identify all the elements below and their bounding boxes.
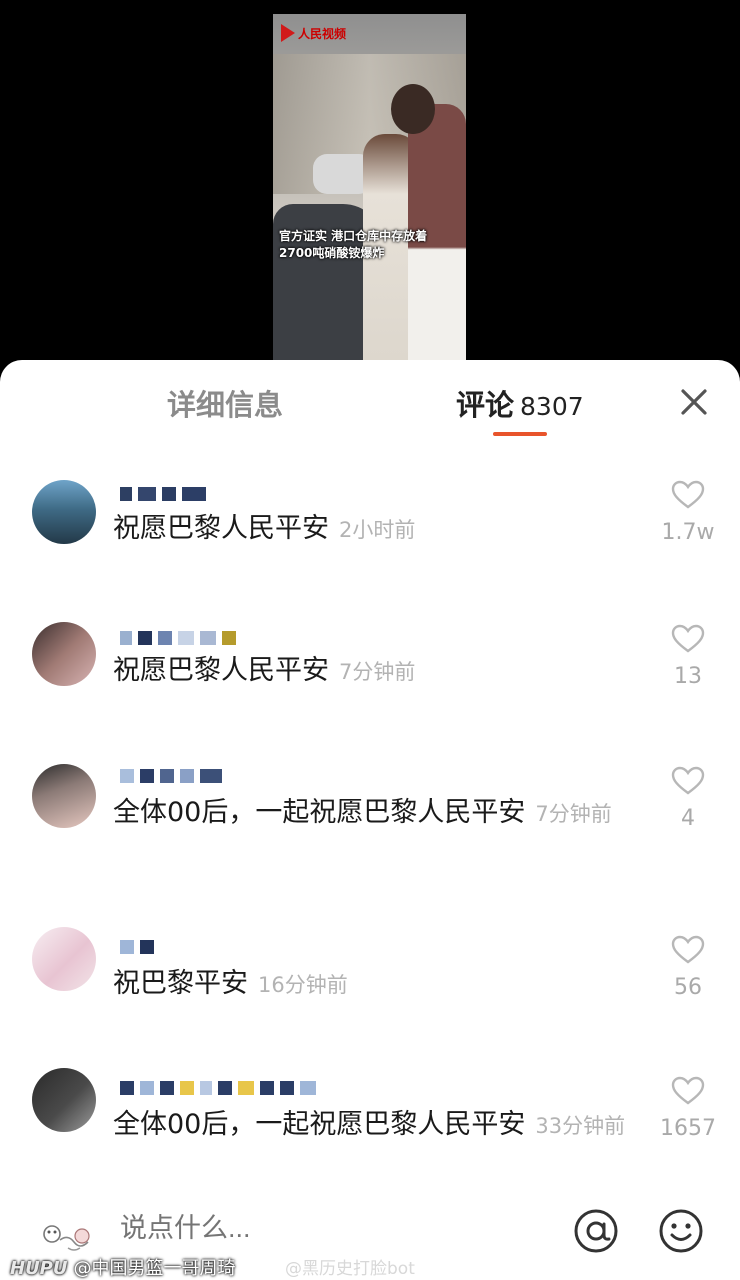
hupu-watermark: HUPU @中国男篮一哥周琦 [10, 1254, 236, 1280]
heart-icon [671, 766, 705, 795]
like-button[interactable]: 1.7w [660, 480, 716, 545]
hupu-brand: HUPU [10, 1258, 68, 1279]
weibo-watermark: @黑历史打脸bot [285, 1254, 415, 1279]
comment-text: 全体00后，一起祝愿巴黎人民平安 [113, 797, 526, 828]
comment-text: 祝愿巴黎人民平安 [113, 513, 329, 544]
avatar[interactable] [32, 622, 96, 686]
comments-sheet: 详细信息 评论 8307 祝愿巴黎人民平安 2小时前 1.7w 祝愿巴黎人民平安… [0, 360, 740, 1280]
video-caption: 官方证实 港口仓库中存放着2700吨硝酸铵爆炸 [279, 229, 428, 260]
avatar[interactable] [32, 927, 96, 991]
active-tab-indicator [493, 432, 547, 436]
comment-time: 33分钟前 [535, 1114, 626, 1138]
comments-count: 8307 [520, 392, 584, 421]
comment-body: 祝巴黎平安 16分钟前 [113, 965, 633, 1004]
emoji-icon[interactable] [658, 1208, 704, 1254]
comment-time: 7分钟前 [339, 660, 416, 684]
comment-item: 全体00后，一起祝愿巴黎人民平安 7分钟前 4 [0, 752, 740, 892]
play-logo-icon [281, 24, 295, 42]
video-source-logo: 人民视频 [281, 22, 346, 44]
like-count: 13 [674, 664, 702, 689]
comment-text: 祝巴黎平安 [113, 968, 248, 999]
like-count: 4 [681, 806, 695, 831]
like-button[interactable]: 1657 [660, 1076, 716, 1141]
like-button[interactable]: 4 [660, 766, 716, 831]
tab-bar: 详细信息 评论 8307 [0, 360, 740, 450]
at-icon[interactable] [573, 1208, 619, 1254]
username-pixelated[interactable] [120, 937, 154, 957]
like-button[interactable]: 56 [660, 935, 716, 1000]
close-button[interactable] [668, 380, 720, 424]
comment-body: 祝愿巴黎人民平安 2小时前 [113, 510, 633, 549]
comment-item: 祝巴黎平安 16分钟前 56 [0, 925, 740, 1045]
tab-details[interactable]: 详细信息 [167, 382, 283, 424]
heart-icon [671, 935, 705, 964]
comment-body: 全体00后，一起祝愿巴黎人民平安 33分钟前 [113, 1106, 633, 1170]
sticker-icon[interactable] [38, 1212, 96, 1256]
username-pixelated[interactable] [120, 628, 236, 648]
video-thumbnail[interactable]: 人民视频 官方证实 港口仓库中存放着2700吨硝酸铵爆炸 [273, 14, 466, 364]
username-pixelated[interactable] [120, 766, 222, 786]
like-count: 56 [674, 975, 702, 1000]
comment-input[interactable] [118, 1212, 422, 1245]
heart-icon [671, 480, 705, 509]
comment-body: 祝愿巴黎人民平安 7分钟前 [113, 652, 633, 691]
heart-icon [671, 1076, 705, 1105]
username-pixelated[interactable] [120, 484, 206, 504]
avatar[interactable] [32, 480, 96, 544]
comment-body: 全体00后，一起祝愿巴黎人民平安 7分钟前 [113, 794, 633, 833]
weibo-author: @黑历史打脸bot [285, 1259, 415, 1279]
heart-icon [671, 624, 705, 653]
tab-comments[interactable]: 评论 8307 [456, 382, 584, 424]
avatar[interactable] [32, 1068, 96, 1132]
comment-item: 祝愿巴黎人民平安 7分钟前 13 [0, 610, 740, 730]
comment-time: 7分钟前 [535, 802, 612, 826]
comment-time: 2小时前 [339, 518, 416, 542]
video-area[interactable]: 人民视频 官方证实 港口仓库中存放着2700吨硝酸铵爆炸 [0, 0, 740, 380]
like-count: 1.7w [661, 520, 715, 545]
hupu-author: @中国男篮一哥周琦 [73, 1258, 236, 1279]
close-icon [681, 389, 707, 415]
comment-time: 16分钟前 [258, 973, 348, 997]
like-count: 1657 [660, 1116, 716, 1141]
tab-details-label: 详细信息 [167, 388, 284, 422]
comment-text: 全体00后，一起祝愿巴黎人民平安 [113, 1109, 526, 1140]
comment-item: 全体00后，一起祝愿巴黎人民平安 33分钟前 1657 [0, 1066, 740, 1176]
avatar[interactable] [32, 764, 96, 828]
comment-text: 祝愿巴黎人民平安 [113, 655, 329, 686]
comment-item: 祝愿巴黎人民平安 2小时前 1.7w [0, 470, 740, 590]
like-button[interactable]: 13 [660, 624, 716, 689]
tab-comments-label: 评论 [456, 388, 515, 422]
username-pixelated[interactable] [120, 1078, 316, 1098]
logo-text: 人民视频 [298, 26, 347, 41]
